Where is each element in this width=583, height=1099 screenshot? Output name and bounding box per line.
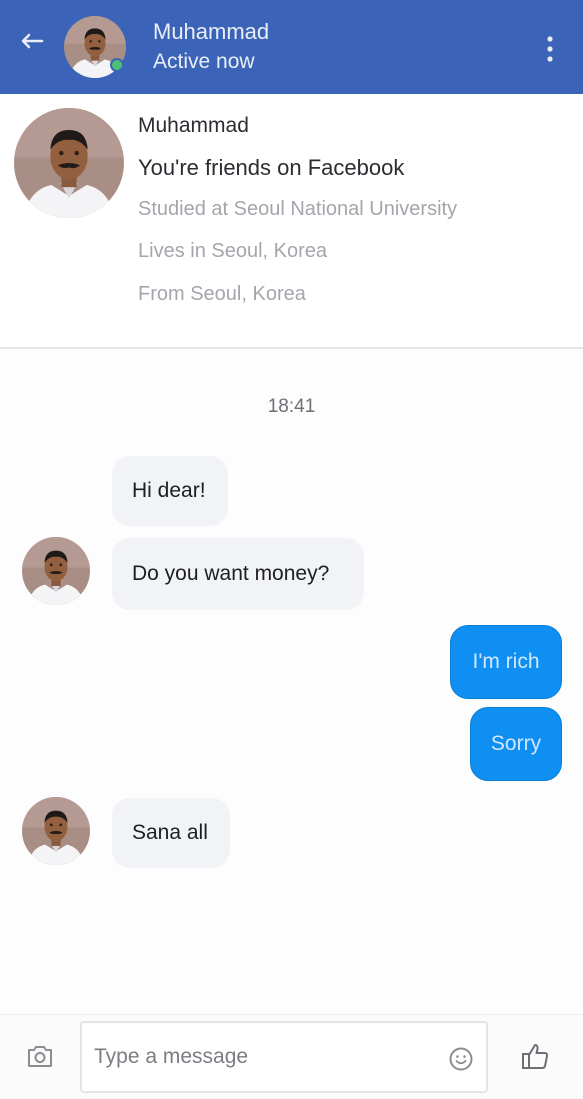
camera-icon[interactable] <box>26 1043 54 1069</box>
sender-avatar[interactable] <box>22 797 90 865</box>
outgoing-message[interactable]: I'm rich <box>450 625 562 699</box>
profile-avatar[interactable] <box>14 108 124 218</box>
more-vertical-icon[interactable] <box>540 34 560 64</box>
thumbs-up-icon[interactable] <box>520 1041 550 1071</box>
message-timestamp: 18:41 <box>267 396 316 417</box>
chat-header: Muhammad Active now <box>0 0 583 94</box>
message-composer: Type a message <box>0 1014 583 1099</box>
contact-status: Active now <box>153 50 255 73</box>
active-status-dot <box>110 58 124 72</box>
profile-name: Muhammad <box>138 114 249 137</box>
incoming-message[interactable]: Hi dear! <box>112 456 228 526</box>
friendship-status: You're friends on Facebook <box>138 155 405 180</box>
back-arrow-icon[interactable] <box>18 30 44 52</box>
message-input-placeholder: Type a message <box>94 1045 249 1068</box>
contact-name[interactable]: Muhammad <box>153 19 269 45</box>
profile-card: Muhammad You're friends on Facebook Stud… <box>0 94 583 349</box>
profile-education: Studied at Seoul National University <box>138 198 458 220</box>
emoji-icon[interactable] <box>448 1046 474 1072</box>
profile-residence: Lives in Seoul, Korea <box>138 240 328 262</box>
message-input[interactable]: Type a message <box>80 1021 488 1093</box>
sender-avatar[interactable] <box>22 537 90 605</box>
incoming-message[interactable]: Do you want money? <box>112 538 364 610</box>
profile-hometown: From Seoul, Korea <box>138 283 306 305</box>
outgoing-message[interactable]: Sorry <box>470 707 562 781</box>
incoming-message[interactable]: Sana all <box>112 798 230 868</box>
